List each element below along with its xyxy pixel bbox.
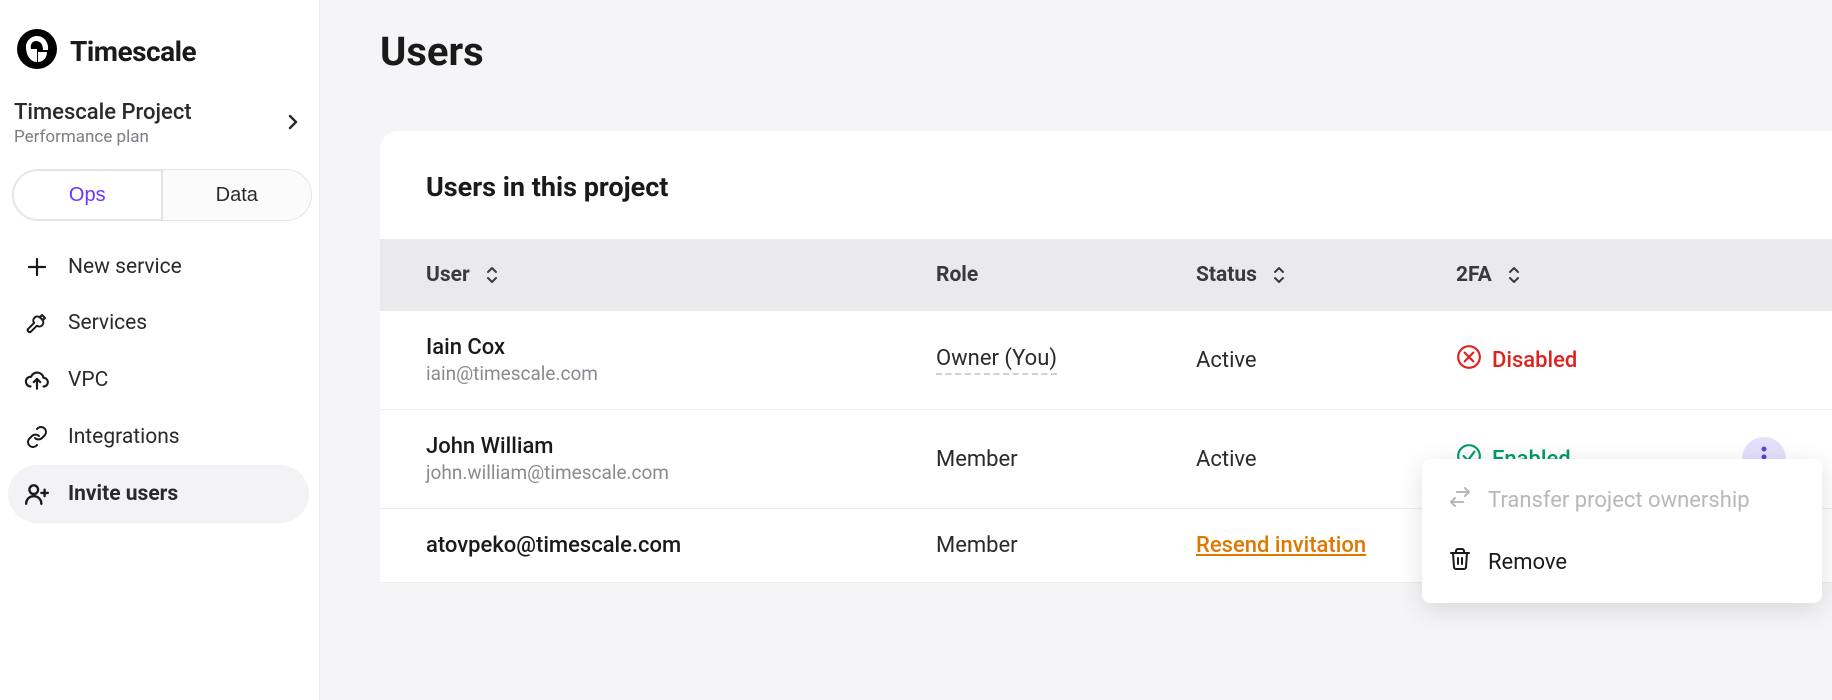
user-2fa: Disabled (1456, 344, 1706, 376)
table-header: User Role Status 2FA (380, 239, 1832, 311)
x-circle-icon (1456, 344, 1482, 376)
timescale-logo-icon (16, 28, 58, 74)
table-row: Iain Cox iain@timescale.com Owner (You) … (380, 311, 1832, 410)
sort-icon (484, 265, 500, 285)
col-2fa[interactable]: 2FA (1456, 263, 1706, 287)
brand-name: Timescale (70, 35, 196, 68)
user-name: John William (426, 434, 936, 459)
nav-label: VPC (68, 368, 108, 392)
tab-data[interactable]: Data (163, 170, 312, 220)
sort-icon (1271, 265, 1287, 285)
nav-vpc[interactable]: VPC (12, 351, 309, 409)
project-selector[interactable]: Timescale Project Performance plan (12, 100, 309, 163)
row-actions-menu: Transfer project ownership Remove (1422, 459, 1822, 603)
col-user[interactable]: User (426, 263, 936, 287)
tab-ops[interactable]: Ops (13, 170, 163, 220)
col-status[interactable]: Status (1196, 263, 1456, 287)
nav-label: New service (68, 255, 182, 279)
project-plan: Performance plan (14, 127, 192, 147)
col-role: Role (936, 263, 1196, 287)
user-status: Active (1196, 447, 1456, 472)
user-role: Member (936, 447, 1196, 472)
user-email: iain@timescale.com (426, 362, 936, 385)
sort-icon (1506, 265, 1522, 285)
user-plus-icon (24, 481, 50, 507)
link-icon (24, 425, 50, 449)
nav-new-service[interactable]: New service (12, 239, 309, 295)
user-email: john.william@timescale.com (426, 461, 936, 484)
page-title: Users (380, 28, 1832, 75)
trash-icon (1448, 547, 1472, 577)
project-name: Timescale Project (14, 100, 192, 125)
plus-icon (24, 255, 50, 279)
sidebar: Timescale Timescale Project Performance … (0, 0, 320, 700)
user-name: Iain Cox (426, 335, 936, 360)
main-content: Users Users in this project User Role St… (320, 0, 1832, 700)
menu-transfer-ownership: Transfer project ownership (1422, 469, 1822, 531)
menu-remove[interactable]: Remove (1422, 531, 1822, 593)
nav-integrations[interactable]: Integrations (12, 409, 309, 465)
nav-label: Integrations (68, 425, 180, 449)
cloud-upload-icon (24, 367, 50, 393)
nav-label: Invite users (68, 482, 178, 506)
transfer-icon (1448, 485, 1472, 515)
resend-invitation-link[interactable]: Resend invitation (1196, 533, 1366, 558)
nav-invite-users[interactable]: Invite users (8, 465, 309, 523)
user-name: atovpeko@timescale.com (426, 533, 936, 558)
user-role: Member (936, 533, 1196, 558)
nav-label: Services (68, 311, 147, 335)
brand-logo[interactable]: Timescale (12, 18, 309, 100)
ops-data-toggle: Ops Data (12, 169, 312, 221)
user-status: Active (1196, 348, 1456, 373)
wrench-icon (24, 311, 50, 335)
users-card: Users in this project User Role Status 2… (380, 131, 1832, 583)
section-title: Users in this project (380, 131, 1832, 239)
user-role: Owner (You) (936, 346, 1057, 375)
chevron-right-icon (283, 112, 303, 136)
nav-services[interactable]: Services (12, 295, 309, 351)
